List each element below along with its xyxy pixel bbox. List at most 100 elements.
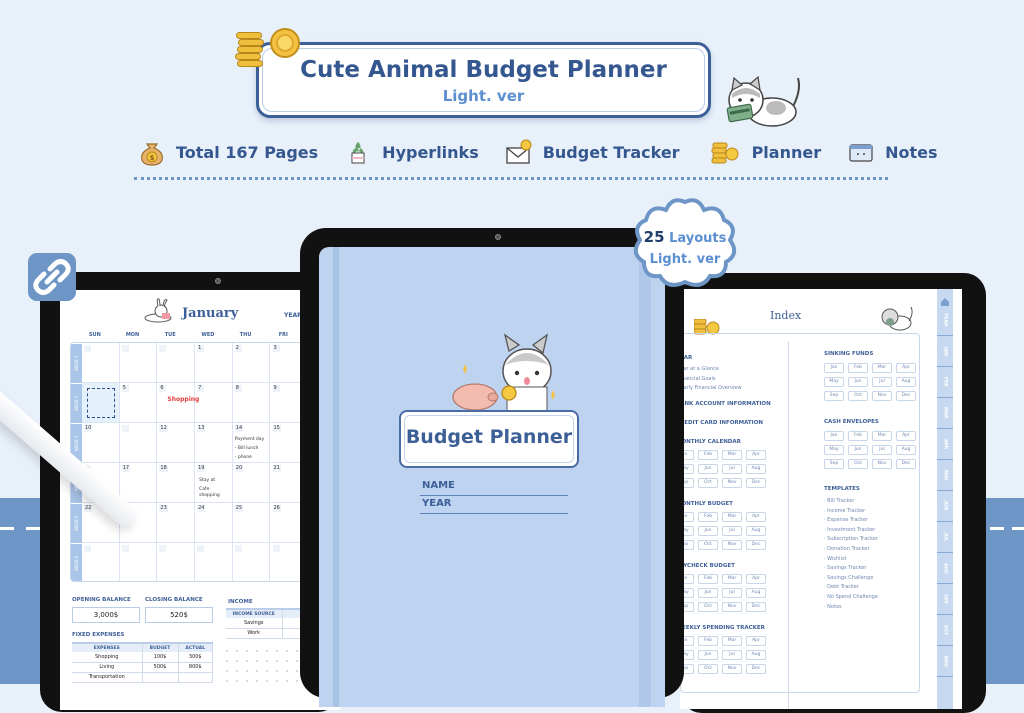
- month-link[interactable]: Sep: [824, 391, 844, 401]
- index-section-title[interactable]: BANK ACCOUNT INFORMATION: [680, 401, 771, 407]
- month-link[interactable]: Mar: [722, 635, 742, 646]
- calendar-day-cell[interactable]: 17: [119, 463, 158, 503]
- month-link[interactable]: Apr: [746, 635, 766, 646]
- month-link[interactable]: Dec: [746, 601, 766, 612]
- month-link[interactable]: Dec: [896, 391, 916, 401]
- month-link[interactable]: Oct: [698, 477, 718, 488]
- index-link[interactable]: · Donation Tracker: [824, 546, 870, 552]
- income-cell[interactable]: Savings: [226, 618, 283, 629]
- calendar-day-cell[interactable]: [157, 543, 196, 581]
- index-link[interactable]: · Notes: [824, 604, 842, 610]
- calendar-day-cell[interactable]: 24: [195, 503, 233, 543]
- month-link[interactable]: Jan: [824, 363, 844, 373]
- calendar-day-cell[interactable]: 21: [270, 463, 301, 503]
- month-link[interactable]: Feb: [698, 635, 718, 646]
- index-link[interactable]: · Savings Tracker: [824, 565, 866, 571]
- month-link[interactable]: Dec: [746, 663, 766, 674]
- side-tab-apr[interactable]: APR: [937, 429, 953, 460]
- side-tab-jun[interactable]: JUN: [937, 491, 953, 522]
- month-link[interactable]: Mar: [872, 431, 892, 441]
- month-link[interactable]: Nov: [722, 601, 742, 612]
- month-link[interactable]: Apr: [896, 431, 916, 441]
- index-link[interactable]: · Savings Challenge: [824, 575, 873, 581]
- index-section-title[interactable]: CREDIT CARD INFORMATION: [680, 420, 763, 426]
- month-link[interactable]: Mar: [722, 449, 742, 460]
- opening-balance-value[interactable]: 3,000$: [72, 607, 140, 623]
- month-link[interactable]: Nov: [722, 663, 742, 674]
- month-link[interactable]: Jun: [848, 445, 868, 455]
- calendar-day-cell[interactable]: 19 Stay at Cafe shopping: [195, 463, 233, 503]
- index-link[interactable]: · No Spend Challenge: [824, 594, 878, 600]
- month-link[interactable]: Oct: [848, 391, 868, 401]
- income-cell[interactable]: Work: [226, 628, 283, 639]
- month-link[interactable]: Jul: [722, 525, 742, 536]
- index-section-title[interactable]: WEEKLY SPENDING TRACKER: [680, 625, 765, 631]
- month-link[interactable]: Feb: [848, 363, 868, 373]
- calendar-day-cell[interactable]: [119, 423, 158, 463]
- month-link[interactable]: Apr: [896, 363, 916, 373]
- index-link[interactable]: · Debt Tracker: [824, 584, 859, 590]
- index-link[interactable]: · Subscription Tracker: [824, 536, 878, 542]
- month-link[interactable]: Oct: [848, 459, 868, 469]
- month-link[interactable]: May: [824, 445, 844, 455]
- month-link[interactable]: Aug: [746, 649, 766, 660]
- month-link[interactable]: Nov: [722, 539, 742, 550]
- side-tab-year[interactable]: YEAR: [937, 305, 953, 336]
- month-link[interactable]: Jun: [848, 377, 868, 387]
- month-link[interactable]: Oct: [698, 539, 718, 550]
- month-link[interactable]: Oct: [698, 601, 718, 612]
- calendar-day-cell[interactable]: 10: [82, 423, 120, 463]
- calendar-day-cell[interactable]: [82, 343, 120, 383]
- month-link[interactable]: Aug: [746, 525, 766, 536]
- calendar-day-cell[interactable]: 20: [232, 463, 271, 503]
- month-link[interactable]: Oct: [698, 663, 718, 674]
- month-link[interactable]: Mar: [722, 573, 742, 584]
- month-link[interactable]: Jul: [872, 445, 892, 455]
- month-link[interactable]: Feb: [698, 511, 718, 522]
- month-link[interactable]: Aug: [746, 463, 766, 474]
- side-tab-oct[interactable]: OCT: [937, 615, 953, 646]
- calendar-day-cell[interactable]: [271, 543, 302, 581]
- index-section-title[interactable]: TEMPLATES: [824, 486, 860, 492]
- side-tab-jan[interactable]: JAN: [937, 336, 953, 367]
- month-link[interactable]: Apr: [746, 573, 766, 584]
- side-tab-mar[interactable]: MAR: [937, 398, 953, 429]
- month-link[interactable]: Mar: [872, 363, 892, 373]
- month-link[interactable]: Apr: [746, 511, 766, 522]
- calendar-day-cell[interactable]: 26: [270, 503, 301, 543]
- month-link[interactable]: Dec: [896, 459, 916, 469]
- side-tab-may[interactable]: MAY: [937, 460, 953, 491]
- month-link[interactable]: Sep: [824, 459, 844, 469]
- calendar-day-cell[interactable]: 1: [195, 343, 233, 383]
- month-link[interactable]: Aug: [746, 587, 766, 598]
- closing-balance-value[interactable]: 520$: [145, 607, 213, 623]
- calendar-day-cell[interactable]: 3: [270, 343, 301, 383]
- index-link[interactable]: Year at a Glance: [680, 366, 719, 372]
- calendar-day-cell[interactable]: 14 Payment day - Bill lunch - phone: [232, 423, 271, 463]
- calendar-day-cell[interactable]: 5: [119, 383, 158, 423]
- side-tab-sep[interactable]: SEP: [937, 584, 953, 615]
- side-tab-feb[interactable]: FEB: [937, 367, 953, 398]
- calendar-day-cell[interactable]: 25: [232, 503, 271, 543]
- calendar-day-cell[interactable]: [120, 543, 158, 581]
- calendar-day-cell[interactable]: [82, 543, 120, 581]
- calendar-day-cell[interactable]: 8: [232, 383, 271, 423]
- month-link[interactable]: Jan: [824, 431, 844, 441]
- calendar-day-cell[interactable]: [82, 383, 120, 423]
- calendar-day-cell[interactable]: [119, 343, 158, 383]
- month-link[interactable]: Nov: [872, 459, 892, 469]
- month-link[interactable]: Jul: [722, 463, 742, 474]
- month-link[interactable]: Jun: [698, 463, 718, 474]
- calendar-day-cell[interactable]: 13: [195, 423, 233, 463]
- month-link[interactable]: Apr: [746, 449, 766, 460]
- side-tab-aug[interactable]: AUG: [937, 553, 953, 584]
- calendar-day-cell[interactable]: 6 Shopping: [157, 383, 199, 423]
- calendar-day-cell[interactable]: 15: [270, 423, 301, 463]
- index-section-title[interactable]: MONTHLY BUDGET: [680, 501, 733, 507]
- calendar-day-cell[interactable]: 12: [157, 423, 196, 463]
- month-link[interactable]: Dec: [746, 477, 766, 488]
- calendar-day-cell[interactable]: 7: [195, 383, 233, 423]
- month-link[interactable]: Mar: [722, 511, 742, 522]
- month-link[interactable]: Jul: [872, 377, 892, 387]
- month-link[interactable]: May: [824, 377, 844, 387]
